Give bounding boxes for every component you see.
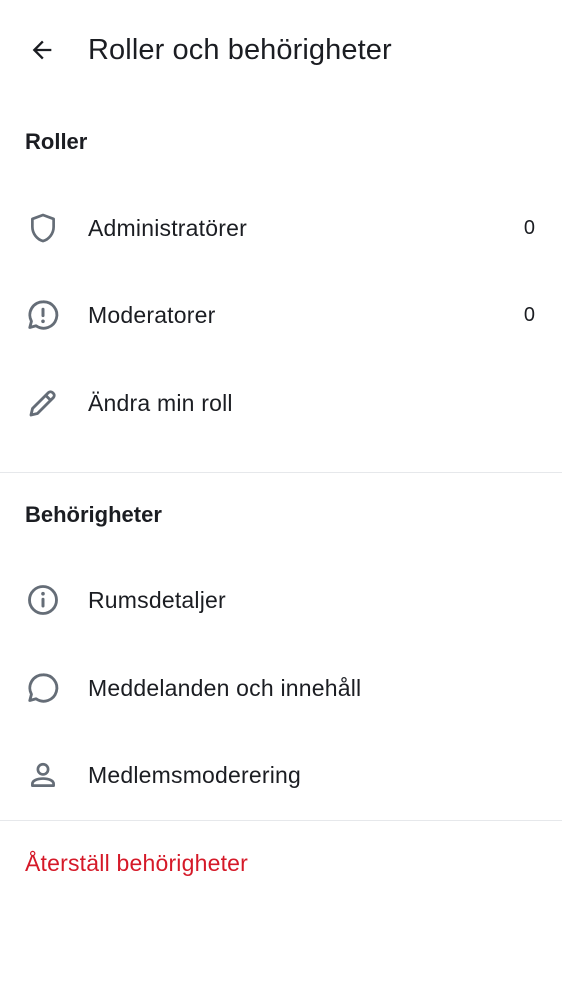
shield-icon (24, 209, 62, 247)
arrow-left-icon (28, 36, 56, 64)
role-item-label: Ändra min roll (88, 390, 233, 416)
chat-alert-icon (24, 296, 62, 334)
role-count: 0 (523, 217, 535, 239)
role-count: 0 (523, 304, 535, 326)
top-app-bar: Roller och behörigheter (0, 0, 562, 100)
info-icon (24, 581, 62, 619)
pencil-icon (24, 384, 62, 422)
back-button[interactable] (18, 26, 66, 74)
permission-item-messages-content[interactable]: Meddelanden och innehåll (0, 645, 562, 732)
section-divider (0, 472, 562, 473)
permission-item-label: Medlemsmoderering (88, 762, 302, 788)
permission-item-member-moderation[interactable]: Medlemsmoderering (0, 732, 562, 819)
role-item-label: Moderatorer (88, 302, 216, 328)
role-item-moderators[interactable]: Moderatorer 0 (0, 272, 562, 359)
section-header-permissions: Behörigheter (25, 502, 162, 527)
role-item-label: Administratörer (88, 215, 247, 241)
chat-bubble-icon (24, 669, 62, 707)
role-item-administrators[interactable]: Administratörer 0 (0, 185, 562, 272)
reset-permissions-button[interactable]: Återställ behörigheter (25, 848, 248, 878)
section-header-roles: Roller (25, 129, 88, 154)
user-icon (24, 756, 62, 794)
section-divider (0, 820, 562, 821)
permission-item-label: Meddelanden och innehåll (88, 675, 362, 701)
role-item-change-my-role[interactable]: Ändra min roll (0, 360, 562, 447)
permission-item-label: Rumsdetaljer (88, 587, 226, 613)
roles-permissions-screen: Roller och behörigheter Roller Administr… (0, 0, 562, 1000)
permission-item-room-details[interactable]: Rumsdetaljer (0, 557, 562, 644)
page-title: Roller och behörigheter (88, 34, 392, 66)
